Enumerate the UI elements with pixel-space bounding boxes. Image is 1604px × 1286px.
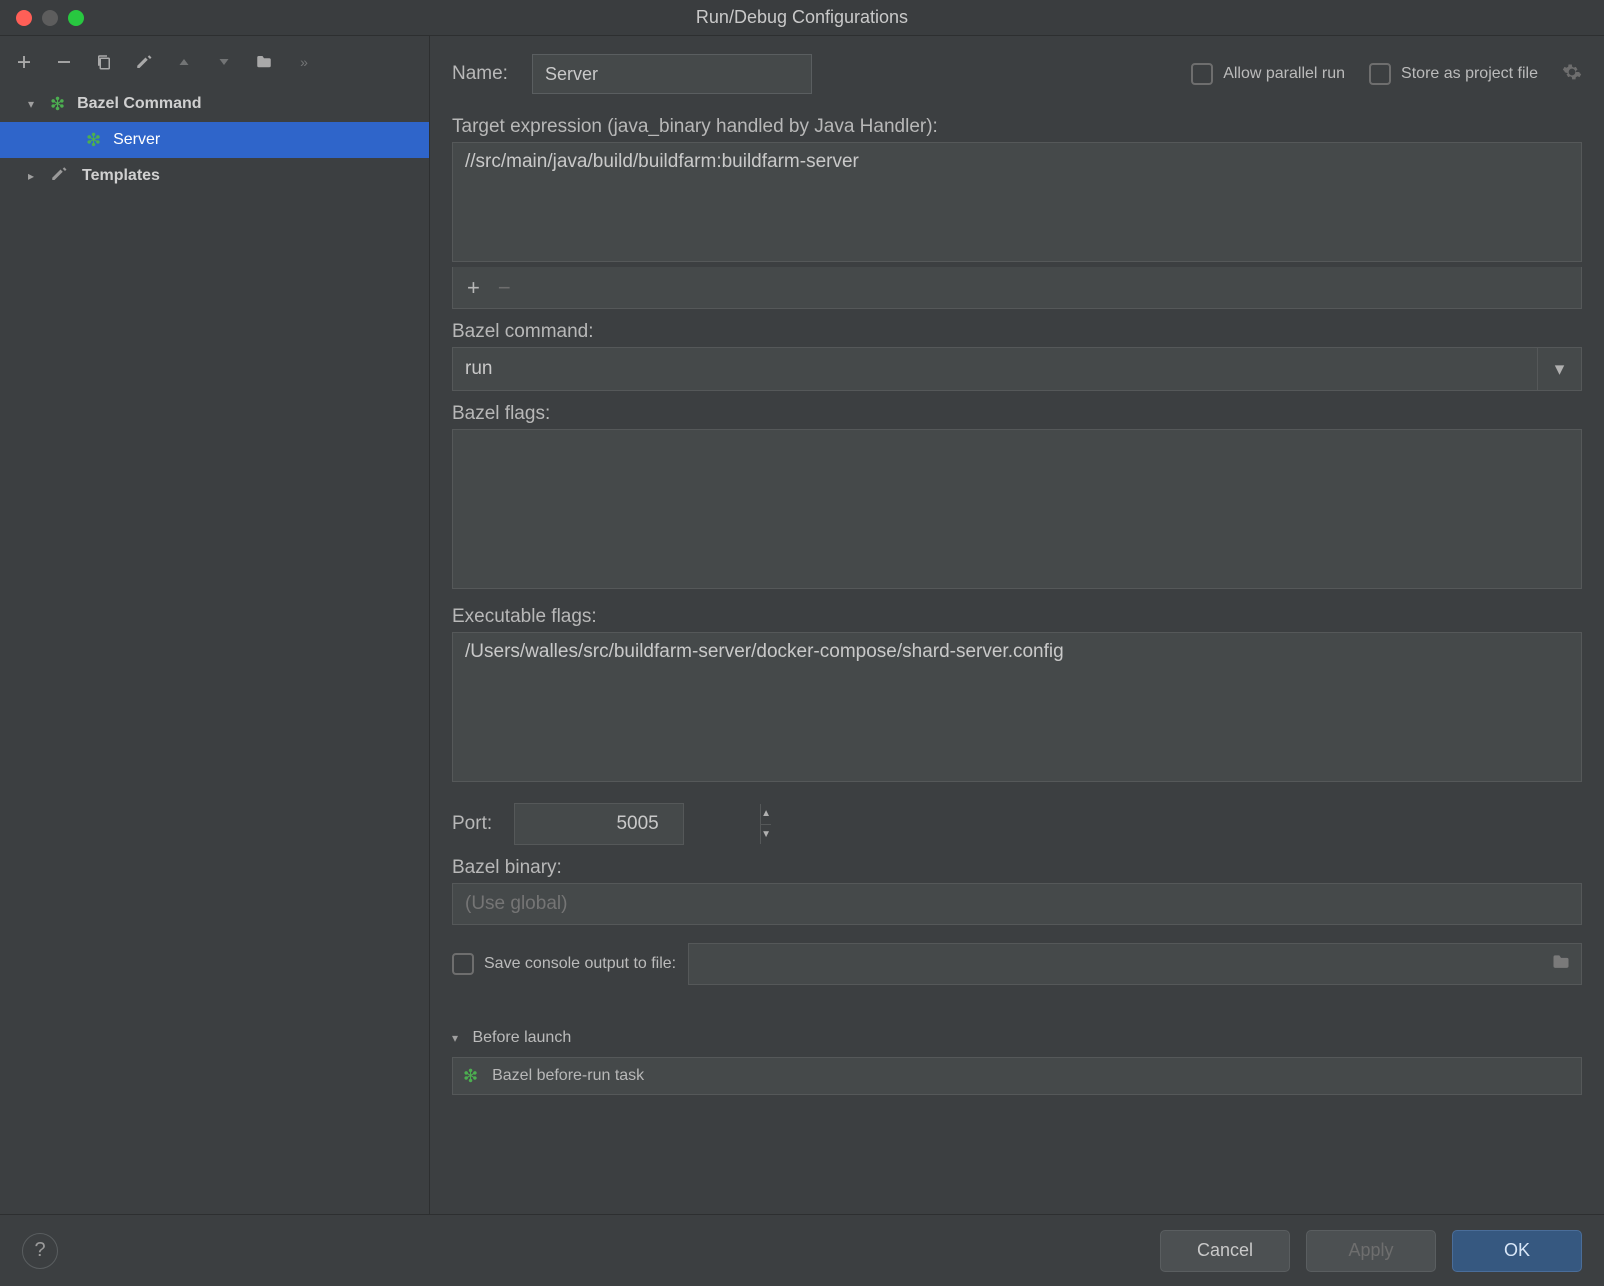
folder-icon[interactable] (1551, 952, 1571, 977)
config-tree: ▾ ❇ Bazel Command ❇ Server ▸ Templates (0, 86, 429, 1214)
save-console-checkbox[interactable]: Save console output to file: (452, 953, 676, 975)
bazel-icon: ❇ (463, 1066, 478, 1087)
bazel-command-select[interactable]: run ▾ (452, 347, 1582, 391)
titlebar: Run/Debug Configurations (0, 0, 1604, 36)
name-input[interactable] (532, 54, 812, 94)
gear-icon[interactable] (1562, 62, 1582, 87)
tree-item-label: Server (113, 131, 160, 149)
edit-defaults-icon[interactable] (134, 52, 154, 72)
help-icon: ? (34, 1239, 45, 1262)
save-console-row: Save console output to file: (452, 943, 1582, 985)
name-row: Name: Allow parallel run Store as projec… (452, 54, 1582, 94)
port-label: Port: (452, 813, 492, 835)
target-label: Target expression (java_binary handled b… (452, 116, 1582, 138)
before-launch-label: Before launch (472, 1029, 571, 1046)
remove-config-icon[interactable] (54, 52, 74, 72)
tree-item-server[interactable]: ❇ Server (0, 122, 429, 158)
move-down-icon[interactable] (214, 52, 234, 72)
store-project-label: Store as project file (1401, 65, 1538, 83)
add-target-icon[interactable]: + (467, 277, 480, 299)
bazel-command-label: Bazel command: (452, 321, 1582, 343)
tree-group-bazel[interactable]: ▾ ❇ Bazel Command (0, 86, 429, 122)
tree-group-label: Bazel Command (77, 95, 201, 113)
folder-add-icon[interactable] (254, 52, 274, 72)
window-controls (0, 10, 84, 26)
copy-config-icon[interactable] (94, 52, 114, 72)
wrench-icon (50, 165, 70, 188)
bazel-binary-label: Bazel binary: (452, 857, 1582, 879)
save-console-label: Save console output to file: (484, 955, 676, 973)
chevron-down-icon: ▾ (452, 1031, 458, 1045)
sidebar-toolbar: » (0, 36, 429, 86)
allow-parallel-checkbox[interactable]: Allow parallel run (1191, 63, 1345, 85)
bazel-icon: ❇ (50, 94, 65, 115)
target-expression-input[interactable] (452, 142, 1582, 262)
before-launch-task-row[interactable]: ❇ Bazel before-run task (452, 1057, 1582, 1095)
expand-toolbar-icon[interactable]: » (294, 52, 314, 72)
tree-group-label: Templates (82, 167, 160, 185)
cancel-button[interactable]: Cancel (1160, 1230, 1290, 1272)
main-panel: Name: Allow parallel run Store as projec… (430, 36, 1604, 1214)
remove-target-icon[interactable]: − (498, 277, 511, 299)
port-value[interactable] (515, 804, 760, 844)
tree-group-templates[interactable]: ▸ Templates (0, 158, 429, 194)
stepper-down-icon[interactable]: ▼ (761, 825, 771, 845)
save-console-path-input[interactable] (688, 943, 1582, 985)
checkbox-box (452, 953, 474, 975)
allow-parallel-label: Allow parallel run (1223, 65, 1345, 83)
help-button[interactable]: ? (22, 1233, 58, 1269)
bazel-binary-input[interactable] (452, 883, 1582, 925)
minimize-window-icon[interactable] (42, 10, 58, 26)
name-label: Name: (452, 63, 508, 85)
select-value: run (453, 358, 1537, 380)
before-launch-header[interactable]: ▾ Before launch (452, 1029, 1582, 1047)
zoom-window-icon[interactable] (68, 10, 84, 26)
stepper-up-icon[interactable]: ▲ (761, 804, 771, 825)
sidebar: » ▾ ❇ Bazel Command ❇ Server ▸ Templates (0, 36, 430, 1214)
target-mini-toolbar: + − (452, 267, 1582, 309)
bazel-flags-input[interactable] (452, 429, 1582, 589)
chevron-right-icon: ▸ (28, 169, 44, 183)
bazel-flags-label: Bazel flags: (452, 403, 1582, 425)
port-row: Port: ▲ ▼ (452, 803, 1582, 845)
checkbox-box (1191, 63, 1213, 85)
window-title: Run/Debug Configurations (0, 7, 1604, 28)
add-config-icon[interactable] (14, 52, 34, 72)
content-area: » ▾ ❇ Bazel Command ❇ Server ▸ Templates (0, 36, 1604, 1214)
apply-button[interactable]: Apply (1306, 1230, 1436, 1272)
exec-flags-label: Executable flags: (452, 606, 1582, 628)
before-launch-section: ▾ Before launch ❇ Bazel before-run task (452, 1029, 1582, 1095)
store-project-checkbox[interactable]: Store as project file (1369, 63, 1538, 85)
move-up-icon[interactable] (174, 52, 194, 72)
chevron-down-icon: ▾ (1537, 348, 1581, 390)
ok-button[interactable]: OK (1452, 1230, 1582, 1272)
checkbox-box (1369, 63, 1391, 85)
bazel-icon: ❇ (86, 130, 101, 151)
exec-flags-input[interactable] (452, 632, 1582, 782)
before-launch-task-label: Bazel before-run task (492, 1067, 644, 1085)
port-input[interactable]: ▲ ▼ (514, 803, 684, 845)
dialog-footer: ? Cancel Apply OK (0, 1214, 1604, 1286)
close-window-icon[interactable] (16, 10, 32, 26)
chevron-down-icon: ▾ (28, 97, 44, 111)
